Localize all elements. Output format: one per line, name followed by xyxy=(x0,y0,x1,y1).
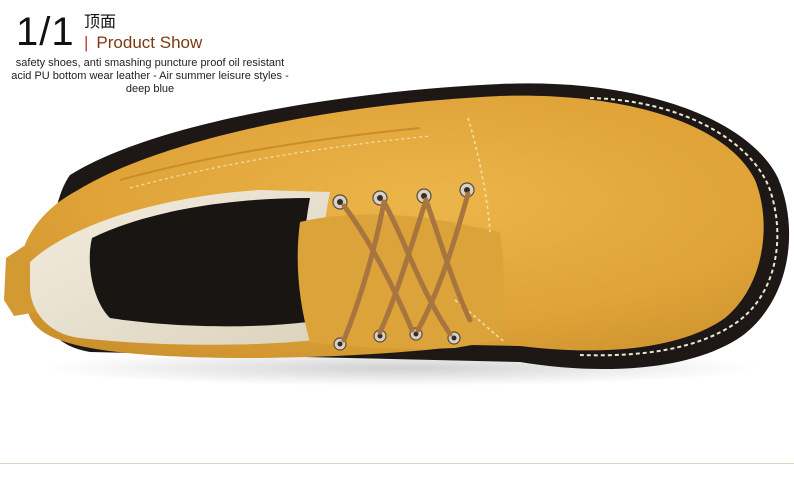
section-label: Product Show xyxy=(96,33,203,52)
view-title: 顶面 xyxy=(84,12,117,31)
product-header: 1/1 顶面 | Product Show safety shoes, anti … xyxy=(0,0,300,100)
section-title: | Product Show xyxy=(84,33,202,53)
product-description: safety shoes, anti smashing puncture pro… xyxy=(11,57,289,95)
image-counter: 1/1 xyxy=(16,10,75,54)
title-separator: | xyxy=(84,33,89,52)
bottom-divider xyxy=(0,463,794,464)
